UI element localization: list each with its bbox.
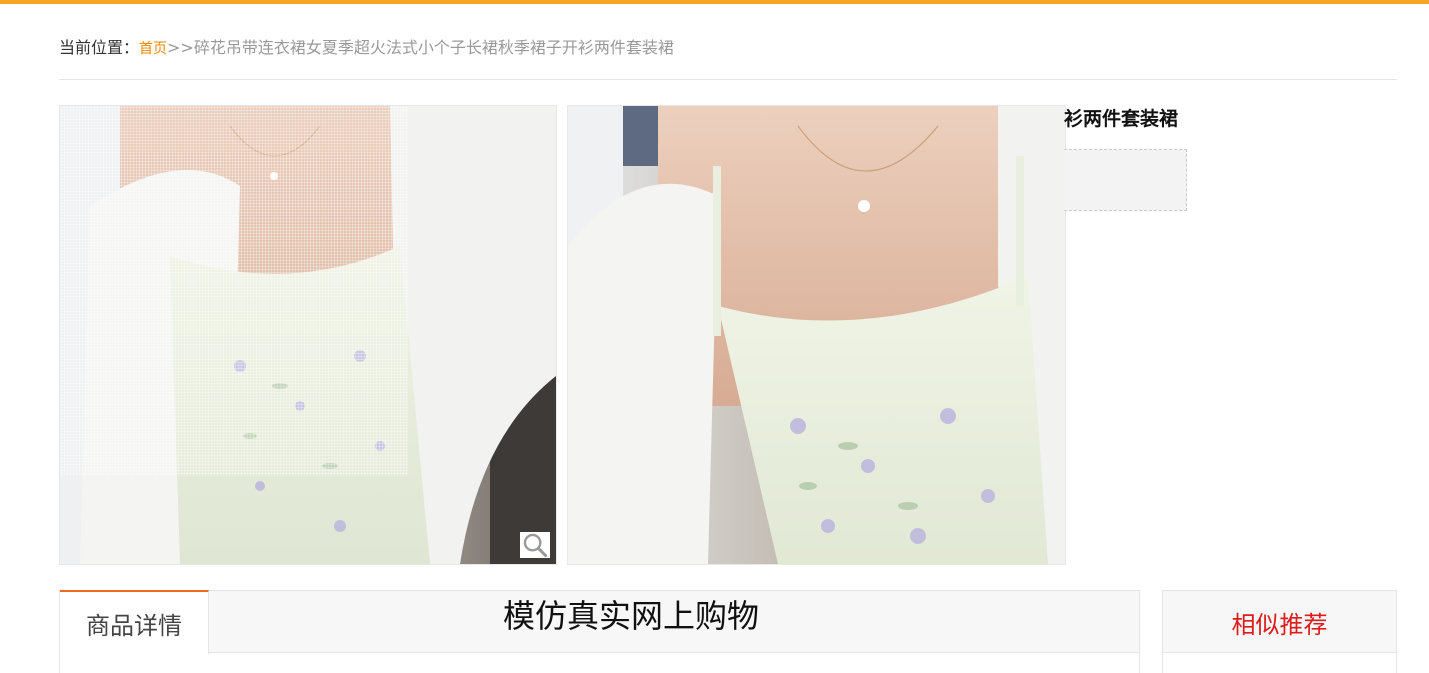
site-banner-text: 模仿真实网上购物: [502, 597, 759, 635]
product-main-image[interactable]: [59, 105, 557, 565]
top-accent-bar: [0, 0, 1429, 4]
dress-zoom-photo: [568, 106, 1065, 564]
breadcrumb-separator: >>: [167, 38, 194, 57]
similar-recommend-title: 相似推荐: [1231, 611, 1328, 639]
similar-recommend-list: [1162, 653, 1397, 673]
breadcrumb: 当前位置：首页>>碎花吊带连衣裙女夏季超火法式小个子长裙秋季裙子开衫两件套装裙: [59, 36, 674, 61]
product-zoom-image: [567, 105, 1066, 565]
magnifier-lens[interactable]: [60, 106, 408, 476]
breadcrumb-divider: [59, 79, 1397, 80]
magnifier-icon[interactable]: [520, 532, 550, 558]
similar-recommend-panel: 相似推荐: [1162, 590, 1397, 653]
tab-product-details[interactable]: 商品详情: [60, 590, 209, 654]
product-title: 衫两件套装裙: [1064, 108, 1179, 130]
breadcrumb-current: 碎花吊带连衣裙女夏季超火法式小个子长裙秋季裙子开衫两件套装裙: [193, 38, 674, 57]
breadcrumb-label: 当前位置：: [59, 38, 140, 57]
breadcrumb-home-link[interactable]: 首页: [139, 41, 167, 57]
detail-content-area: [59, 653, 1140, 673]
price-box: [1064, 149, 1187, 211]
